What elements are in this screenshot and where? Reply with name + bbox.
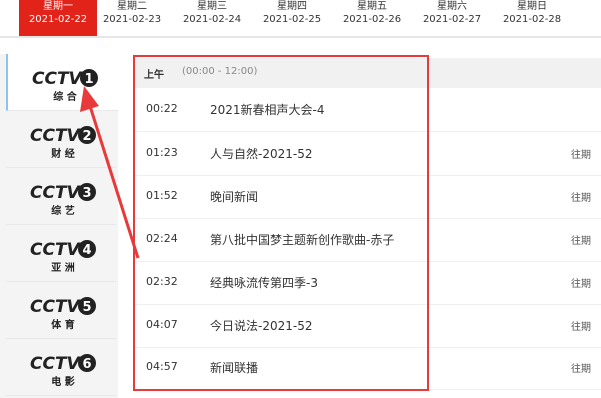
date-tab-sun[interactable]: 星期日 2021-02-28 [493,0,571,36]
past-episodes-link[interactable]: 往期 [571,360,601,375]
past-episodes-link[interactable]: 往期 [571,232,601,247]
logo-cctv-text: CCTV [30,354,82,374]
date-bar-divider [0,36,601,38]
past-episodes-link[interactable]: 往期 [571,275,601,290]
date-tab-weekday: 星期三 [197,1,227,12]
date-tab-date: 2021-02-24 [182,14,242,25]
channel-item-cctv6[interactable]: CCTV 6 电 影 [6,339,116,396]
channel-name: 亚 洲 [51,262,74,274]
date-tab-weekday: 星期五 [357,1,387,12]
cctv6-logo: CCTV 6 电 影 [30,354,96,388]
logo-number: 2 [82,129,91,144]
program-time: 01:52 [146,189,178,202]
period-range: (00:00 - 12:00) [182,66,258,77]
date-tab-weekday: 星期四 [277,1,307,12]
past-episodes-link[interactable]: 往期 [571,146,601,161]
program-row[interactable]: 04:07 今日说法-2021-52 往期 [134,304,601,348]
logo-cctv-text: CCTV [30,183,82,203]
period-header: 上午 (00:00 - 12:00) [134,58,601,88]
program-row[interactable]: 01:23 人与自然-2021-52 往期 [134,132,601,176]
date-tab-fri[interactable]: 星期五 2021-02-26 [333,0,411,36]
date-tab-wed[interactable]: 星期三 2021-02-24 [173,0,251,36]
cctv3-logo: CCTV 3 综 艺 [30,183,96,217]
logo-cctv-text: CCTV [30,126,82,146]
logo-cctv-text: CCTV [32,69,84,89]
logo-cctv-text: CCTV [30,297,82,317]
date-tab-date: 2021-02-28 [502,14,562,25]
logo-cctv-text: CCTV [30,240,82,260]
program-time: 01:23 [146,146,178,159]
program-time: 04:57 [146,360,178,373]
channel-name: 体 育 [51,318,74,331]
cctv2-logo: CCTV 2 财 经 [30,126,96,160]
program-title: 晚间新闻 [210,190,259,204]
cctv1-logo: CCTV 1 综 合 [32,69,98,103]
date-tab-weekday: 星期二 [117,1,147,12]
channel-item-cctv2[interactable]: CCTV 2 财 经 [6,111,116,168]
date-tab-sat[interactable]: 星期六 2021-02-27 [413,0,491,36]
program-row[interactable]: 00:22 2021新春相声大会-4 [134,88,601,132]
date-tab-weekday: 星期日 [517,1,547,12]
date-tab-date: 2021-02-25 [262,14,322,25]
date-tab-weekday: 星期六 [437,1,467,12]
date-tab-date: 2021-02-23 [102,14,162,25]
program-title: 今日说法-2021-52 [210,319,313,333]
program-time: 04:07 [146,318,178,331]
program-title: 第八批中国梦主题新创作歌曲-赤子 [210,233,395,247]
channel-name: 综 艺 [51,204,74,217]
program-title: 2021新春相声大会-4 [210,103,325,117]
date-tab-weekday: 星期一 [43,1,73,12]
logo-number: 4 [82,243,91,258]
date-tab-date: 2021-02-27 [422,14,482,25]
channel-item-cctv3[interactable]: CCTV 3 综 艺 [6,168,116,225]
logo-number: 6 [82,357,91,372]
program-row[interactable]: 02:24 第八批中国梦主题新创作歌曲-赤子 往期 [134,218,601,262]
program-time: 00:22 [146,102,178,115]
channel-name: 综 合 [53,90,77,103]
date-tab-mon[interactable]: 星期一 2021-02-22 [19,0,97,36]
program-title: 经典咏流传第四季-3 [210,276,318,290]
program-row[interactable]: 01:52 晚间新闻 往期 [134,175,601,219]
channel-item-cctv1[interactable]: CCTV 1 综 合 [6,54,118,111]
past-episodes-link[interactable]: 往期 [571,318,601,333]
date-tab-date: 2021-02-26 [342,14,402,25]
date-tab-date: 2021-02-22 [28,14,88,25]
date-tab-thu[interactable]: 星期四 2021-02-25 [253,0,331,36]
past-episodes-link[interactable]: 往期 [571,189,601,204]
cctv4-logo: CCTV 4 亚 洲 [30,240,96,274]
cctv5-logo: CCTV 5 体 育 [30,297,96,331]
program-time: 02:32 [146,275,178,288]
logo-number: 1 [84,72,93,87]
program-row[interactable]: 02:32 经典咏流传第四季-3 往期 [134,261,601,305]
program-title: 新闻联播 [210,361,259,375]
program-row[interactable]: 04:57 新闻联播 往期 [134,346,601,390]
program-time: 02:24 [146,232,178,245]
channel-item-cctv5[interactable]: CCTV 5 体 育 [6,282,116,339]
logo-number: 5 [82,300,91,315]
date-tab-bar: 星期一 2021-02-22 星期二 2021-02-23 星期三 2021-0… [0,0,601,38]
schedule-panel: 上午 (00:00 - 12:00) 00:22 2021新春相声大会-4 01… [134,54,601,398]
date-tab-tue[interactable]: 星期二 2021-02-23 [93,0,171,36]
channel-name: 电 影 [51,375,74,388]
period-label: 上午 [144,70,164,81]
channel-name: 财 经 [50,147,74,160]
logo-number: 3 [82,186,91,201]
channel-item-cctv4[interactable]: CCTV 4 亚 洲 [6,225,116,282]
program-title: 人与自然-2021-52 [210,147,313,161]
channel-sidebar: CCTV 1 综 合 CCTV 2 财 经 CCTV 3 综 艺 CCTV 4 … [0,54,118,398]
